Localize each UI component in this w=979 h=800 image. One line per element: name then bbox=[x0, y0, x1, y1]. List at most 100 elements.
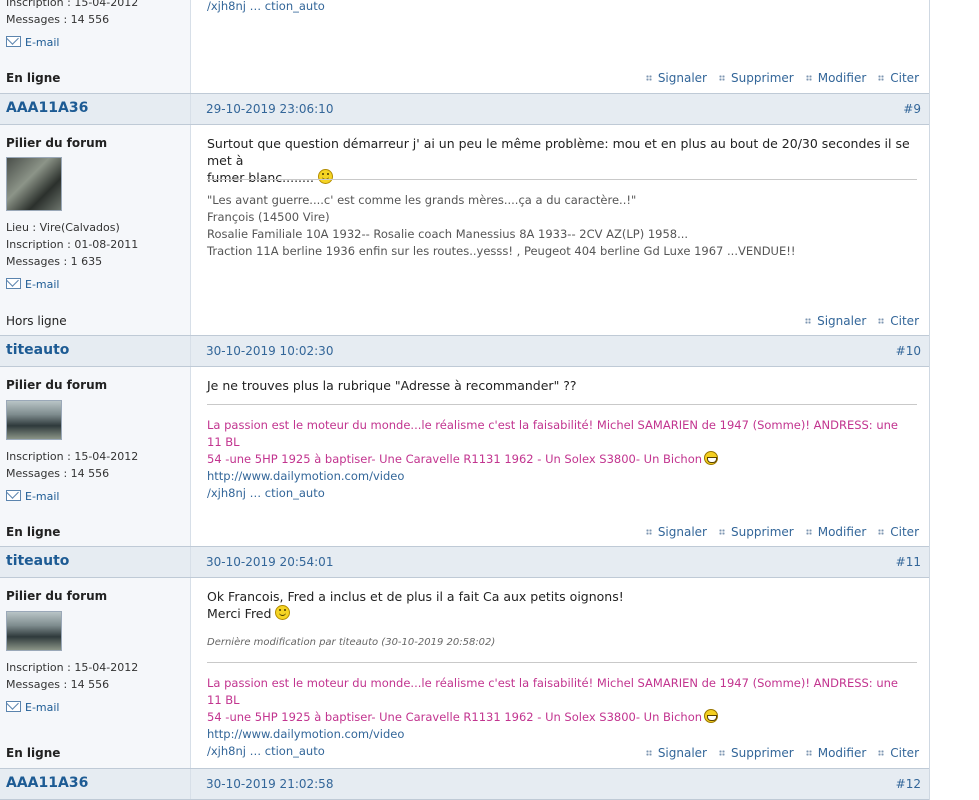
post-author[interactable]: titeauto bbox=[6, 553, 69, 569]
post-header: titeauto 30-10-2019 10:02:30 #10 bbox=[0, 335, 929, 367]
post-sidebar: Pilier du forum Inscription : 15-04-2012… bbox=[0, 367, 191, 546]
dots-icon bbox=[878, 75, 885, 81]
post-number[interactable]: #12 bbox=[896, 777, 921, 791]
email-link[interactable]: E-mail bbox=[6, 490, 60, 503]
signature: La passion est le moteur du monde...le r… bbox=[207, 417, 915, 502]
signature: "Les avant guerre....c' est comme les gr… bbox=[207, 193, 796, 258]
dots-icon bbox=[719, 75, 725, 81]
dots-icon bbox=[878, 750, 885, 756]
offline-status: Hors ligne bbox=[6, 314, 67, 328]
quote-button[interactable]: Citer bbox=[878, 71, 919, 85]
report-button[interactable]: Signaler bbox=[645, 71, 707, 85]
post: Pilier du forum Inscription : 15-04-2012… bbox=[0, 578, 929, 768]
post-number[interactable]: #11 bbox=[896, 555, 921, 569]
user-rank: Pilier du forum bbox=[6, 589, 108, 603]
post-header: AAA11A36 30-10-2019 21:02:58 #12 bbox=[0, 768, 929, 800]
inscription: Inscription : 01-08-2011 bbox=[6, 238, 139, 251]
envelope-icon bbox=[6, 490, 21, 501]
signature-link[interactable]: http://www.dailymotion.com/video bbox=[207, 727, 404, 741]
avatar[interactable] bbox=[6, 157, 62, 211]
email-link[interactable]: E-mail bbox=[6, 278, 60, 291]
email-link[interactable]: E-mail bbox=[6, 701, 60, 714]
last-edit-note: Dernière modification par titeauto (30-1… bbox=[207, 637, 496, 648]
online-status: En ligne bbox=[6, 71, 61, 85]
post-message: Je ne trouves plus la rubrique "Adresse … bbox=[207, 378, 577, 393]
post-sidebar: Pilier du forum Lieu : Vire(Calvados) In… bbox=[0, 125, 191, 335]
online-status: En ligne bbox=[6, 525, 61, 539]
dots-icon bbox=[645, 750, 652, 756]
post-author[interactable]: AAA11A36 bbox=[6, 100, 88, 116]
post-content: Je ne trouves plus la rubrique "Adresse … bbox=[191, 367, 929, 546]
smile-icon bbox=[275, 605, 291, 620]
signature-link[interactable]: /xjh8nj … ction_auto bbox=[207, 485, 915, 502]
post: Pilier du forum Lieu : Vire(Calvados) In… bbox=[0, 125, 929, 335]
messages-count: Messages : 14 556 bbox=[6, 467, 110, 480]
messages-count: Messages : 1 635 bbox=[6, 255, 103, 268]
post-actions: Signaler Supprimer Modifier Citer bbox=[645, 525, 919, 539]
post-header: titeauto 30-10-2019 20:54:01 #11 bbox=[0, 546, 929, 578]
dots-icon bbox=[805, 318, 812, 324]
user-rank: Pilier du forum bbox=[6, 136, 108, 150]
post-author[interactable]: AAA11A36 bbox=[6, 775, 88, 791]
post-number[interactable]: #10 bbox=[896, 344, 921, 358]
user-rank: Pilier du forum bbox=[6, 378, 108, 392]
report-button[interactable]: Signaler bbox=[805, 314, 866, 328]
post-partial: Inscription : 15-04-2012 Messages : 14 5… bbox=[0, 0, 929, 93]
post-date[interactable]: 30-10-2019 21:02:58 bbox=[206, 777, 333, 791]
post-sidebar: Pilier du forum Inscription : 15-04-2012… bbox=[0, 578, 191, 768]
inscription: Inscription : 15-04-2012 bbox=[6, 661, 139, 674]
post-content: Surtout que question démarreur j' ai un … bbox=[191, 125, 929, 335]
avatar[interactable] bbox=[6, 400, 62, 440]
dots-icon bbox=[878, 529, 885, 535]
edit-button[interactable]: Modifier bbox=[805, 746, 866, 760]
avatar[interactable] bbox=[6, 611, 62, 651]
delete-button[interactable]: Supprimer bbox=[719, 746, 794, 760]
laugh-icon bbox=[704, 451, 719, 465]
delete-button[interactable]: Supprimer bbox=[719, 71, 794, 85]
signature-link[interactable]: http://www.dailymotion.com/video bbox=[207, 469, 404, 483]
smile-icon bbox=[317, 169, 333, 184]
post-number[interactable]: #9 bbox=[903, 102, 921, 116]
post-date[interactable]: 29-10-2019 23:06:10 bbox=[206, 102, 333, 116]
signature-divider bbox=[207, 179, 917, 180]
dots-icon bbox=[805, 75, 812, 81]
post-date[interactable]: 30-10-2019 10:02:30 bbox=[206, 344, 333, 358]
edit-button[interactable]: Modifier bbox=[805, 525, 866, 539]
post-message: Ok Francois, Fred a inclus et de plus il… bbox=[207, 589, 624, 621]
delete-button[interactable]: Supprimer bbox=[719, 525, 794, 539]
post-actions: Signaler Citer bbox=[805, 314, 919, 328]
laugh-icon bbox=[704, 709, 719, 723]
post-header: AAA11A36 29-10-2019 23:06:10 #9 bbox=[0, 93, 929, 125]
messages-count: Messages : 14 556 bbox=[6, 13, 110, 26]
post-author[interactable]: titeauto bbox=[6, 342, 69, 358]
dots-icon bbox=[878, 318, 885, 324]
dots-icon bbox=[805, 750, 812, 756]
dots-icon bbox=[805, 529, 812, 535]
edit-button[interactable]: Modifier bbox=[805, 71, 866, 85]
quote-button[interactable]: Citer bbox=[878, 314, 919, 328]
messages-count: Messages : 14 556 bbox=[6, 678, 110, 691]
signature-divider bbox=[207, 662, 917, 663]
dots-icon bbox=[719, 750, 725, 756]
signature-divider bbox=[207, 404, 917, 405]
location: Lieu : Vire(Calvados) bbox=[6, 221, 120, 234]
report-button[interactable]: Signaler bbox=[645, 525, 707, 539]
inscription: Inscription : 15-04-2012 bbox=[6, 0, 139, 9]
quote-button[interactable]: Citer bbox=[878, 525, 919, 539]
post-sidebar: Inscription : 15-04-2012 Messages : 14 5… bbox=[0, 0, 191, 93]
quote-button[interactable]: Citer bbox=[878, 746, 919, 760]
post-content: /xjh8nj … ction_auto Signaler Supprimer … bbox=[191, 0, 929, 93]
envelope-icon bbox=[6, 36, 21, 47]
dots-icon bbox=[719, 529, 725, 535]
report-button[interactable]: Signaler bbox=[645, 746, 707, 760]
post-actions: Signaler Supprimer Modifier Citer bbox=[645, 746, 919, 760]
signature-link[interactable]: /xjh8nj … ction_auto bbox=[207, 0, 325, 13]
email-link[interactable]: E-mail bbox=[6, 36, 60, 49]
post-date[interactable]: 30-10-2019 20:54:01 bbox=[206, 555, 333, 569]
post-actions: Signaler Supprimer Modifier Citer bbox=[645, 71, 919, 85]
forum-thread: Inscription : 15-04-2012 Messages : 14 5… bbox=[0, 0, 930, 800]
dots-icon bbox=[645, 529, 652, 535]
dots-icon bbox=[645, 75, 652, 81]
envelope-icon bbox=[6, 278, 21, 289]
signature: /xjh8nj … ction_auto bbox=[207, 0, 915, 15]
